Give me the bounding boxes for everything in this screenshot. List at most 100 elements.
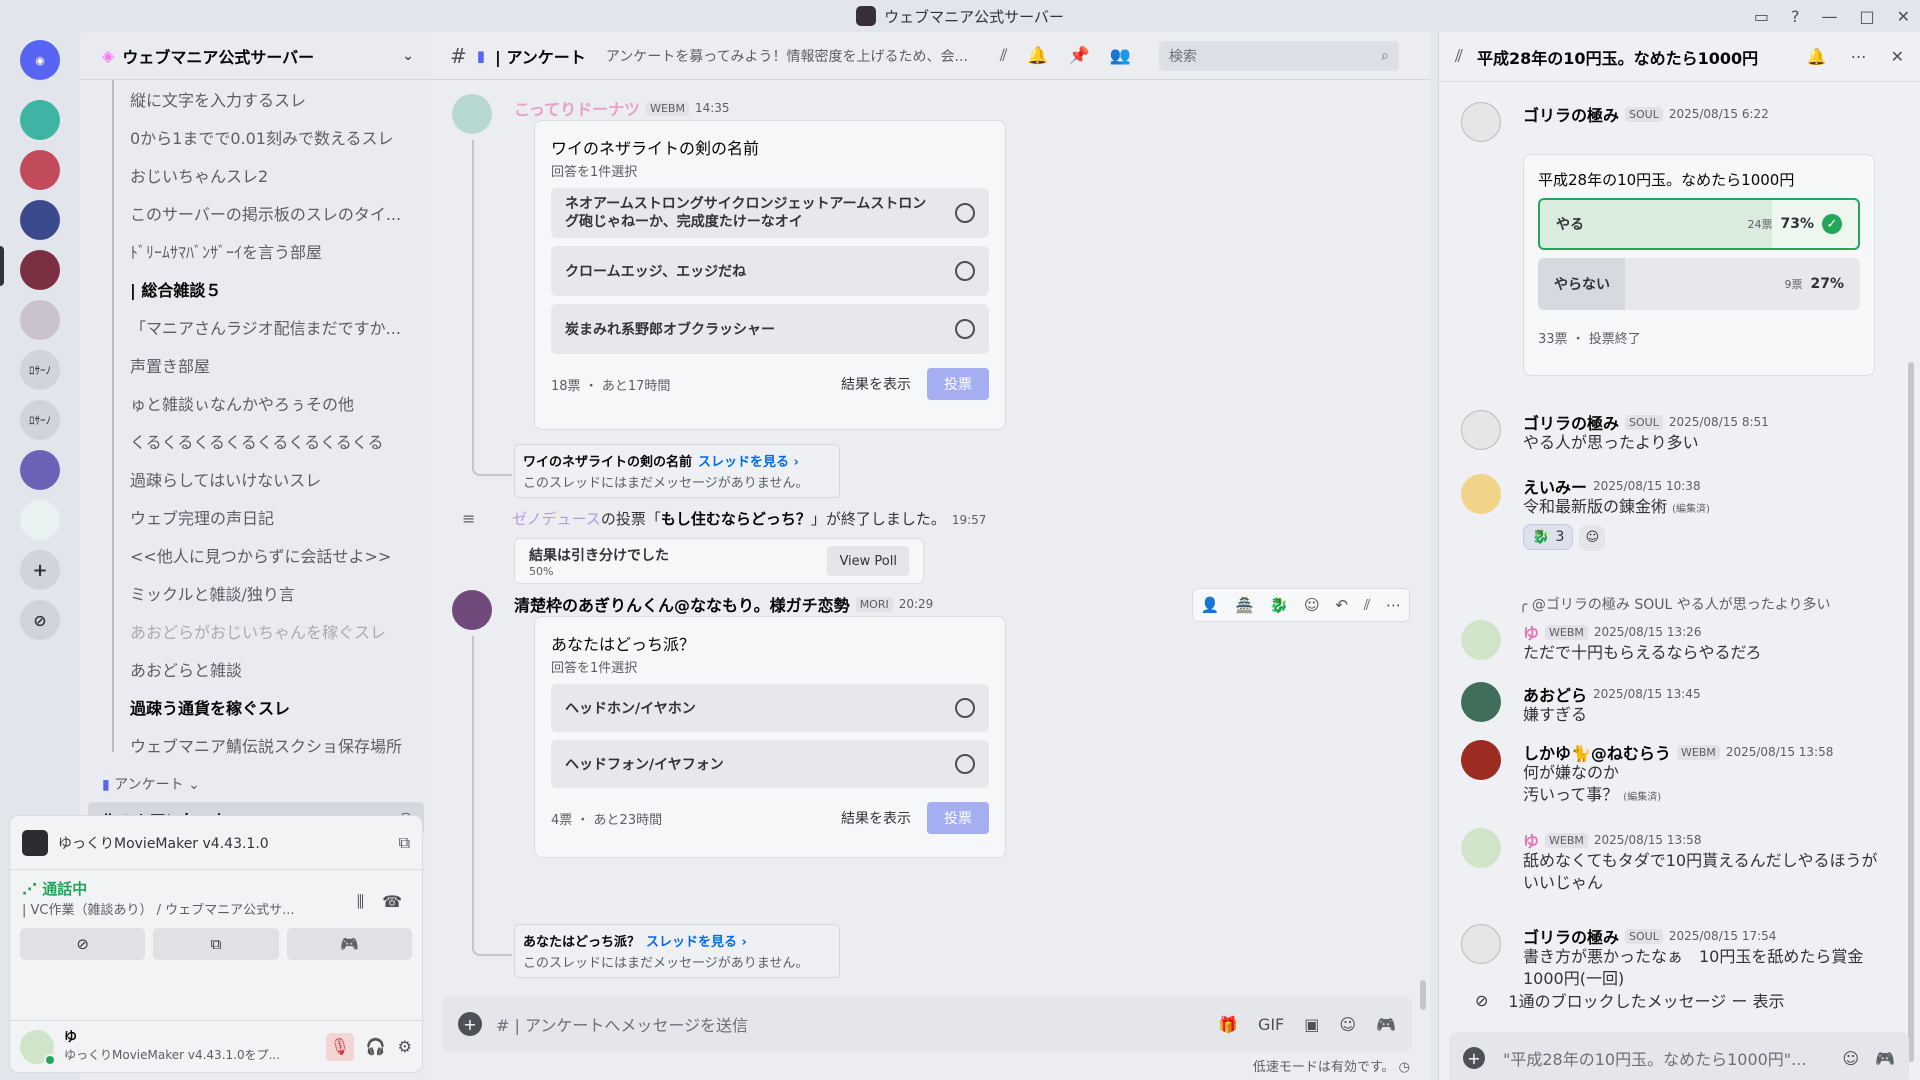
reaction-emoji-icon[interactable]: 👤 bbox=[1201, 596, 1220, 614]
thread-item[interactable]: 「マニアさんラジオ配信まだですか... bbox=[110, 308, 428, 346]
guild-tag[interactable]: WEBM bbox=[1545, 624, 1588, 640]
guild-tag[interactable]: SOUL bbox=[1625, 928, 1663, 944]
category-header[interactable]: ▮ アンケート ⌄ bbox=[80, 764, 432, 798]
thread-composer[interactable]: + "平成28年の10円玉。なめたら1000円"... ☺ 🎮 bbox=[1449, 1032, 1909, 1080]
author-name[interactable]: ゴリラの極み bbox=[1523, 102, 1619, 126]
thread-item[interactable]: 過疎う通貨を稼ぐスレ bbox=[110, 688, 428, 726]
maximize-button[interactable]: □ bbox=[1859, 7, 1874, 26]
thread-item[interactable]: くるくるくるくるくるくるくるくる bbox=[110, 422, 428, 460]
server-folder-label[interactable]: ﾛｻｰﾉ bbox=[20, 400, 60, 440]
gear-icon[interactable]: ⚙ bbox=[398, 1037, 412, 1056]
screen-share-button[interactable]: ⧉ bbox=[153, 928, 279, 960]
emoji-icon[interactable]: ☺ bbox=[1842, 1049, 1859, 1068]
thread-item[interactable]: あおどらがおじいちゃんを稼ぐスレ bbox=[110, 612, 428, 650]
more-icon[interactable]: ⋯ bbox=[1851, 47, 1867, 66]
chat-scrollbar[interactable] bbox=[1420, 140, 1426, 1040]
view-thread-link[interactable]: スレッドを見る › bbox=[698, 455, 799, 470]
thread-item[interactable]: ﾄﾞﾘｰﾑｻﾏﾊﾞﾝｻﾞｰｲを言う部屋 bbox=[110, 232, 428, 270]
server-icon[interactable] bbox=[20, 250, 60, 290]
noise-suppression-icon[interactable]: ⫼ bbox=[357, 892, 364, 912]
author-name[interactable]: えいみー bbox=[1523, 474, 1587, 498]
thread-item[interactable]: 0から1までで0.01刻みで数えるスレ bbox=[110, 118, 428, 156]
author-name[interactable]: しかゆ🐈@ねむらう bbox=[1523, 740, 1671, 764]
discover-icon[interactable]: ⊘ bbox=[20, 600, 60, 640]
screen-share-icon[interactable]: ⧉ bbox=[399, 833, 410, 853]
author-name[interactable]: 清楚枠のあぎりんくん@ななもり。様ガチ恋勢 bbox=[514, 592, 850, 616]
server-header[interactable]: ◈ ウェブマニア公式サーバー ⌄ bbox=[80, 32, 432, 80]
blocked-messages-notice[interactable]: ⊘ 1通のブロックしたメッセージ ー 表示 bbox=[1475, 988, 1784, 1012]
avatar[interactable] bbox=[452, 590, 492, 630]
poll-option[interactable]: ネオアームストロングサイクロンジェットアームストロング砲じゃねーか、完成度たけー… bbox=[551, 188, 989, 238]
add-reaction-icon[interactable]: ☺ bbox=[1579, 524, 1606, 551]
add-server-icon[interactable]: + bbox=[20, 550, 60, 590]
poll-option[interactable]: クロームエッジ、エッジだね bbox=[551, 246, 989, 296]
apps-icon[interactable]: 🎮 bbox=[1376, 1015, 1396, 1034]
mic-muted-icon[interactable]: 🎙 bbox=[325, 1032, 354, 1061]
threads-icon[interactable]: ⫽ bbox=[1000, 46, 1008, 66]
thread-item[interactable]: ゅと雑談ぃなんかやろぅその他 bbox=[110, 384, 428, 422]
poll-option-winner[interactable]: やる 24票 73% ✓ bbox=[1538, 198, 1860, 250]
channel-topic[interactable]: アンケートを募ってみよう！情報密度を上げるため、会... bbox=[606, 46, 976, 66]
thread-item[interactable]: ウェブ完理の声日記 bbox=[110, 498, 428, 536]
gift-icon[interactable]: 🎁 bbox=[1218, 1015, 1238, 1034]
voice-status[interactable]: ⋰ 通話中 bbox=[22, 878, 410, 899]
avatar[interactable] bbox=[1461, 620, 1501, 660]
guild-tag[interactable]: WEBM bbox=[646, 100, 689, 116]
reply-reference[interactable]: ╭ @ゴリラの極み SOUL やる人が思ったより多い bbox=[1519, 594, 1830, 614]
thread-item[interactable]: 過疎らしてはいけないスレ bbox=[110, 460, 428, 498]
message-composer[interactable]: + # | アンケートへメッセージを送信 🎁 GIF ▣ ☺ 🎮 bbox=[442, 996, 1412, 1052]
show-results-button[interactable]: 結果を表示 bbox=[841, 374, 911, 394]
server-icon[interactable] bbox=[20, 200, 60, 240]
server-icon[interactable] bbox=[20, 150, 60, 190]
view-poll-button[interactable]: View Poll bbox=[827, 546, 909, 576]
thread-item[interactable]: ウェブマニア鯖伝説スクショ保存場所 bbox=[110, 726, 428, 764]
author-name[interactable]: ゴリラの極み bbox=[1523, 410, 1619, 434]
camera-off-button[interactable]: ⊘ bbox=[20, 928, 146, 960]
members-icon[interactable]: 👥 bbox=[1110, 46, 1131, 66]
server-icon[interactable] bbox=[20, 450, 60, 490]
home-icon[interactable]: ◉ bbox=[20, 40, 60, 80]
server-icon[interactable] bbox=[20, 500, 60, 540]
guild-tag[interactable]: SOUL bbox=[1625, 106, 1663, 122]
avatar[interactable] bbox=[1461, 102, 1501, 142]
reaction-emoji-icon[interactable]: 🐉 bbox=[1270, 596, 1289, 614]
avatar[interactable] bbox=[1461, 474, 1501, 514]
thread-scrollbar[interactable] bbox=[1908, 362, 1914, 1062]
reaction-button[interactable]: 🐉 3 bbox=[1523, 524, 1574, 550]
author-name[interactable]: ゆ bbox=[1523, 620, 1539, 644]
thread-card[interactable]: ワイのネザライトの剣の名前 スレッドを見る › このスレッドにはまだメッセージがあ… bbox=[514, 444, 840, 498]
vote-button[interactable]: 投票 bbox=[927, 368, 989, 400]
thread-item[interactable]: ミックルと雑談/独り言 bbox=[110, 574, 428, 612]
thread-item[interactable]: | 総合雑談５ bbox=[110, 270, 428, 308]
activity-button[interactable]: 🎮 bbox=[286, 928, 412, 960]
avatar[interactable] bbox=[20, 1029, 56, 1066]
avatar[interactable] bbox=[452, 94, 492, 134]
sticker-icon[interactable]: ▣ bbox=[1304, 1015, 1319, 1034]
server-icon[interactable] bbox=[20, 100, 60, 140]
server-folder-label[interactable]: ﾛｻｰﾉ bbox=[20, 350, 60, 390]
guild-tag[interactable]: WEBM bbox=[1676, 744, 1720, 760]
poll-option[interactable]: 炭まみれ系野郎オブクラッシャー bbox=[551, 304, 989, 354]
thread-item[interactable]: 声置き部屋 bbox=[110, 346, 428, 384]
upload-icon[interactable]: + bbox=[1463, 1047, 1485, 1069]
author-name[interactable]: あおどら bbox=[1523, 682, 1587, 706]
reply-icon[interactable]: ↶ bbox=[1335, 596, 1348, 614]
voice-channel-label[interactable]: | VC作業（雑談あり） / ウェブマニア公式サ... bbox=[22, 899, 342, 918]
show-results-button[interactable]: 結果を表示 bbox=[841, 808, 911, 828]
guild-tag[interactable]: WEBM bbox=[1545, 832, 1588, 848]
inbox-icon[interactable]: ▭ bbox=[1754, 7, 1769, 26]
avatar[interactable] bbox=[1461, 682, 1501, 722]
avatar[interactable] bbox=[1461, 828, 1501, 868]
author-name[interactable]: ゆ bbox=[1523, 828, 1539, 852]
pin-icon[interactable]: 📌 bbox=[1069, 46, 1090, 66]
search-input[interactable]: 検索 ⌕ bbox=[1158, 40, 1399, 71]
thread-item[interactable]: このサーバーの掲示板のスレのタイ... bbox=[110, 194, 428, 232]
guild-tag[interactable]: SOUL bbox=[1625, 414, 1663, 430]
poll-option[interactable]: ヘッドフォン/イヤフォン bbox=[551, 740, 989, 788]
apps-icon[interactable]: 🎮 bbox=[1875, 1049, 1895, 1068]
scrollbar-thumb[interactable] bbox=[1420, 980, 1426, 1010]
reaction-emoji-icon[interactable]: 🏯 bbox=[1235, 596, 1254, 614]
thread-item[interactable]: あおどらと雑談 bbox=[110, 650, 428, 688]
close-button[interactable]: ✕ bbox=[1897, 7, 1910, 26]
server-icon[interactable] bbox=[20, 300, 60, 340]
